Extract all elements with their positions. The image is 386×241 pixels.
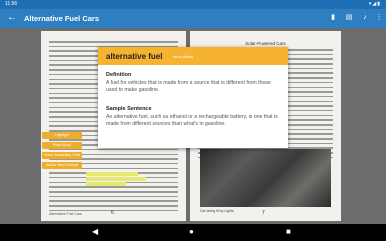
status-bar: 11:56 ▾◢▮ bbox=[0, 0, 386, 9]
right-page-number: 7 bbox=[262, 210, 265, 216]
system-status-icons: ▾◢▮ bbox=[368, 1, 381, 7]
add-to-word-journal-button[interactable]: Add to Word Journal bbox=[42, 162, 82, 169]
app-bar: ← Alternative Fuel Cars ▮ ▤ ♪ ⋮ bbox=[0, 9, 386, 28]
left-page-number: 6 bbox=[111, 210, 114, 216]
more-options-icon[interactable]: ⋮ bbox=[374, 13, 384, 23]
show-vocabulary-card-button[interactable]: Show Vocabulary Card bbox=[42, 152, 82, 159]
definition-text: A fuel for vehicles that is made from a … bbox=[106, 80, 271, 93]
read-aloud-button[interactable]: Read Aloud bbox=[42, 142, 82, 149]
text-highlight bbox=[86, 172, 138, 176]
right-page-heading: Solar-Powered Cars bbox=[245, 41, 286, 46]
photo-caption: Car being lit by Lights bbox=[200, 209, 234, 213]
left-page-footer: Alternative Fuel Cars bbox=[49, 212, 82, 216]
system-navigation-bar: ◀ ● ■ bbox=[0, 224, 386, 241]
nav-home-icon[interactable]: ● bbox=[189, 227, 194, 237]
back-arrow-icon[interactable]: ← bbox=[7, 12, 17, 24]
highlight-button[interactable]: Highlight bbox=[42, 132, 82, 139]
car-photo bbox=[200, 149, 331, 207]
nav-recents-icon[interactable]: ■ bbox=[286, 227, 291, 237]
text-highlight bbox=[86, 177, 146, 181]
vocabulary-word: alternative fuel bbox=[106, 52, 163, 61]
microphone-icon[interactable]: ♪ bbox=[360, 13, 370, 23]
comment-icon[interactable]: ▤ bbox=[344, 13, 354, 23]
sample-sentence-text: An alternative fuel, such as ethanol or … bbox=[106, 114, 278, 127]
bookmark-icon[interactable]: ▮ bbox=[328, 13, 338, 23]
vocabulary-card-header: alternative fuel noun (idea) bbox=[98, 47, 288, 65]
page-title: Alternative Fuel Cars bbox=[24, 14, 100, 23]
nav-back-icon[interactable]: ◀ bbox=[92, 227, 98, 237]
vocabulary-card: alternative fuel noun (idea) Definition … bbox=[98, 47, 288, 148]
sample-sentence-label: Sample Sentence bbox=[106, 106, 152, 112]
status-time: 11:56 bbox=[5, 1, 18, 7]
definition-label: Definition bbox=[106, 72, 132, 78]
text-highlight bbox=[86, 182, 126, 186]
part-of-speech: noun (idea) bbox=[173, 54, 194, 59]
